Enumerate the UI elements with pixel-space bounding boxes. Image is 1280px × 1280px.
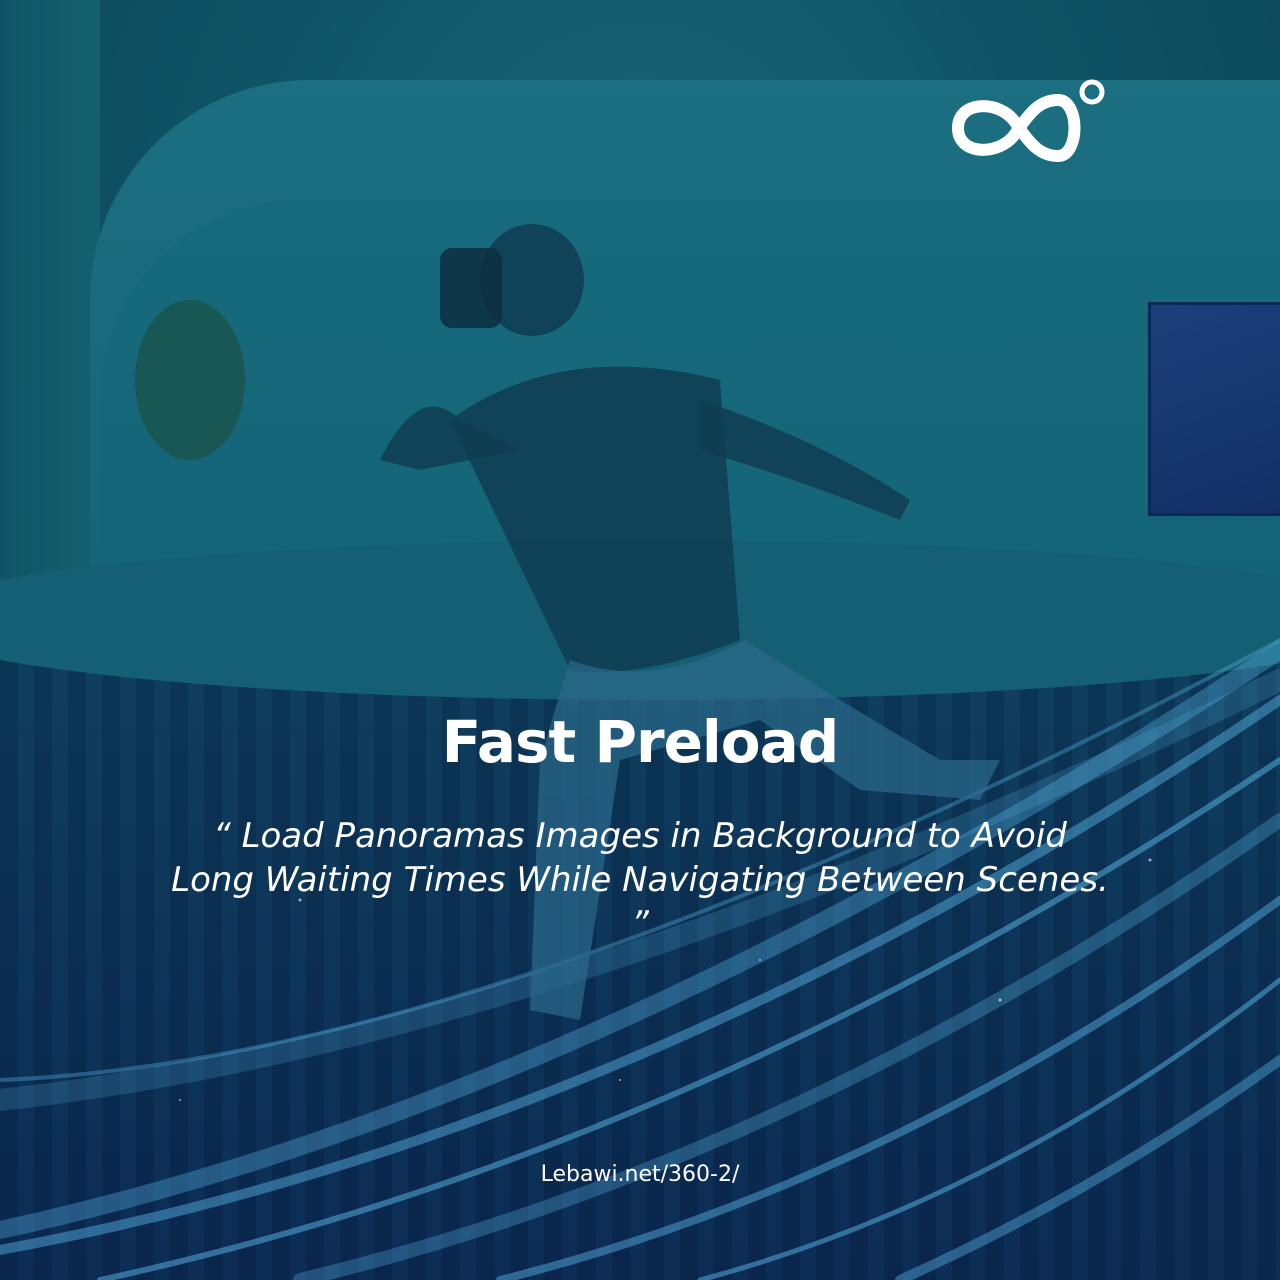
feature-quote: “ Load Panoramas Images in Background to… xyxy=(171,816,1109,944)
page-title: Fast Preload xyxy=(441,708,840,776)
infinity-degree-icon xyxy=(951,79,1105,163)
poster-canvas: Fast Preload “ Load Panoramas Images in … xyxy=(0,0,1280,1280)
vr-user-figure xyxy=(135,224,1000,1020)
website-url[interactable]: Lebawi.net/360-2/ xyxy=(0,1162,1280,1187)
